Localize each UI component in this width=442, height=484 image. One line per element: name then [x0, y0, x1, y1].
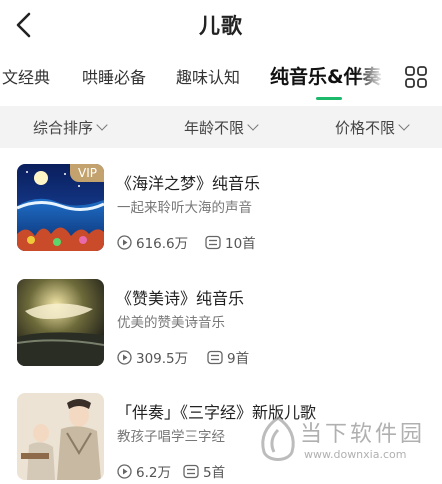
tab-sleep[interactable]: 哄睡必备: [82, 64, 146, 88]
chevron-down-icon: [247, 119, 259, 131]
play-count: 309.5万: [117, 347, 188, 367]
age-filter[interactable]: 年龄不限: [184, 117, 259, 138]
watermark-url: www.downxia.com: [304, 448, 407, 461]
album-cover-sanzijing: [17, 393, 104, 480]
sort-filter[interactable]: 综合排序: [33, 117, 108, 138]
vip-badge: VIP: [70, 164, 104, 182]
item-subtitle: 优美的赞美诗音乐: [117, 315, 225, 331]
play-count: 616.6万: [117, 232, 188, 252]
list-item[interactable]: VIP 《海洋之梦》纯音乐 一起来聆听大海的声音 616.6万 10首: [0, 164, 442, 264]
tab-cognition[interactable]: 趣味认知: [176, 64, 240, 88]
category-tabs: 文经典 哄睡必备 趣味认知 纯音乐&伴奏: [0, 58, 442, 102]
play-count: 6.2万: [117, 461, 171, 481]
watermark-text: 当下软件园: [300, 422, 426, 447]
play-count-value: 616.6万: [136, 236, 189, 252]
item-title: 《赞美诗》纯音乐: [116, 289, 245, 308]
play-count-value: 309.5万: [136, 351, 189, 367]
active-tab-indicator: [316, 97, 342, 100]
page-title: 儿歌: [199, 14, 243, 38]
sort-filter-label: 综合排序: [33, 119, 94, 137]
item-title: 《海洋之梦》纯音乐: [116, 174, 261, 193]
track-count: 10首: [205, 232, 256, 252]
play-icon: [117, 349, 132, 365]
track-count-value: 10首: [225, 236, 256, 252]
track-count-value: 5首: [203, 465, 226, 481]
all-categories-button[interactable]: [405, 66, 427, 88]
chevron-down-icon: [398, 119, 410, 131]
album-cover-ocean: VIP: [17, 164, 104, 251]
page: 儿歌 文经典 哄睡必备 趣味认知 纯音乐&伴奏 综合排序 年龄不限 价格不限 V…: [0, 0, 442, 484]
track-count: 5首: [183, 461, 225, 481]
play-count-value: 6.2万: [136, 465, 171, 481]
grid-icon: [405, 66, 427, 88]
filter-bar: 综合排序 年龄不限 价格不限: [0, 106, 442, 148]
play-icon: [117, 234, 132, 250]
watermark: 当下软件园 www.downxia.com: [258, 412, 438, 472]
album-cover-hymn: [17, 279, 104, 366]
age-filter-label: 年龄不限: [184, 119, 245, 137]
item-subtitle: 一起来聆听大海的声音: [117, 200, 252, 216]
header: 儿歌: [0, 0, 442, 52]
price-filter-label: 价格不限: [335, 119, 396, 137]
tabs-fade: [356, 58, 384, 98]
tab-classics[interactable]: 文经典: [2, 64, 50, 88]
price-filter[interactable]: 价格不限: [335, 117, 410, 138]
list-item[interactable]: 《赞美诗》纯音乐 优美的赞美诗音乐 309.5万 9首: [0, 279, 442, 379]
track-count: 9首: [207, 347, 249, 367]
playlist-icon: [205, 235, 221, 249]
playlist-icon: [207, 350, 223, 364]
play-icon: [117, 463, 132, 479]
track-count-value: 9首: [227, 351, 250, 367]
playlist-icon: [183, 464, 199, 478]
chevron-down-icon: [96, 119, 108, 131]
watermark-logo-icon: [261, 416, 295, 461]
item-subtitle: 教孩子唱学三字经: [117, 429, 225, 445]
